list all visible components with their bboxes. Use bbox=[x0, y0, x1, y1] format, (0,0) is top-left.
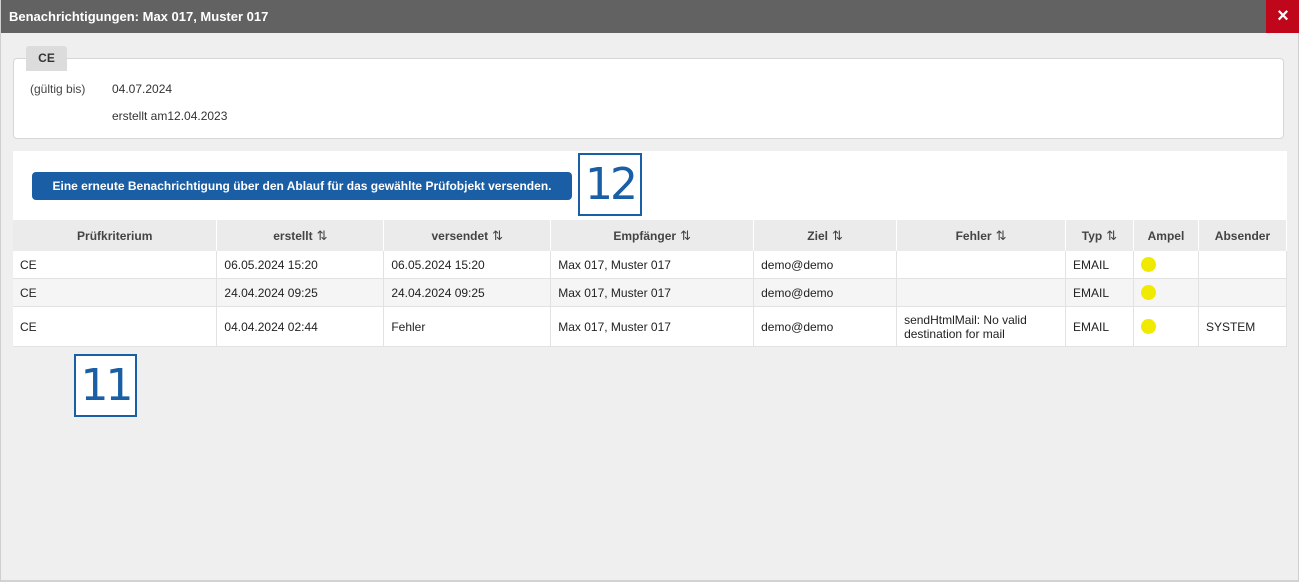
notifications-table: Prüfkriterium erstellt ⇅ versendet ⇅ Empfä… bbox=[13, 220, 1288, 347]
notifications-panel: Eine erneute Benachrichtigung über den A… bbox=[13, 151, 1288, 347]
sort-icon[interactable]: ⇅ bbox=[996, 228, 1007, 243]
header-pruefkriterium: Prüfkriterium bbox=[13, 220, 218, 251]
sort-icon[interactable]: ⇅ bbox=[1106, 228, 1117, 243]
sort-icon[interactable]: ⇅ bbox=[492, 228, 503, 243]
header-ampel: Ampel bbox=[1133, 220, 1199, 251]
cell-pruefkriterium: CE bbox=[13, 306, 218, 347]
valid-until-value: 04.07.2024 bbox=[112, 82, 173, 96]
cell-ziel: demo@demo bbox=[753, 306, 898, 347]
table-header-row: Prüfkriterium erstellt ⇅ versendet ⇅ Empfä… bbox=[13, 220, 1288, 251]
cell-ziel: demo@demo bbox=[753, 251, 898, 279]
cell-absender bbox=[1198, 278, 1288, 307]
header-absender: Absender bbox=[1198, 220, 1288, 251]
valid-until-label: (gültig bis) bbox=[30, 82, 86, 96]
traffic-light-icon bbox=[1140, 257, 1156, 273]
criterion-tag: CE bbox=[26, 46, 67, 71]
table-row[interactable]: CE 24.04.2024 09:25 24.04.2024 09:25 Max… bbox=[13, 278, 1288, 307]
cell-typ: EMAIL bbox=[1065, 278, 1134, 307]
cell-typ: EMAIL bbox=[1065, 251, 1134, 279]
callout-marker-12: 12 bbox=[578, 153, 642, 216]
cell-versendet: 24.04.2024 09:25 bbox=[383, 278, 552, 307]
header-ziel[interactable]: Ziel ⇅ bbox=[753, 220, 898, 251]
cell-absender bbox=[1198, 251, 1288, 279]
table-row[interactable]: CE 04.04.2024 02:44 Fehler Max 017, Must… bbox=[13, 306, 1288, 347]
sort-icon[interactable]: ⇅ bbox=[317, 228, 328, 243]
cell-fehler bbox=[896, 251, 1066, 279]
sort-icon[interactable]: ⇅ bbox=[832, 228, 843, 243]
cell-fehler bbox=[896, 278, 1066, 307]
cell-versendet: 06.05.2024 15:20 bbox=[383, 251, 552, 279]
cell-ziel: demo@demo bbox=[753, 278, 898, 307]
header-erstellt[interactable]: erstellt ⇅ bbox=[216, 220, 385, 251]
cell-versendet: Fehler bbox=[383, 306, 552, 347]
cell-empfaenger: Max 017, Muster 017 bbox=[550, 251, 755, 279]
cell-pruefkriterium: CE bbox=[13, 278, 218, 307]
cell-empfaenger: Max 017, Muster 017 bbox=[550, 306, 755, 347]
notifications-dialog: Benachrichtigungen: Max 017, Muster 017 … bbox=[0, 0, 1299, 582]
validity-info-card: (gültig bis) 04.07.2024 erstellt am12.04… bbox=[13, 58, 1284, 139]
header-typ[interactable]: Typ ⇅ bbox=[1065, 220, 1134, 251]
cell-erstellt: 04.04.2024 02:44 bbox=[216, 306, 385, 347]
resend-notification-button[interactable]: Eine erneute Benachrichtigung über den A… bbox=[32, 172, 572, 200]
cell-erstellt: 06.05.2024 15:20 bbox=[216, 251, 385, 279]
callout-marker-11: 11 bbox=[74, 354, 137, 417]
created-date: erstellt am12.04.2023 bbox=[112, 109, 228, 123]
dialog-titlebar: Benachrichtigungen: Max 017, Muster 017 … bbox=[1, 0, 1299, 33]
cell-absender: SYSTEM bbox=[1198, 306, 1288, 347]
traffic-light-icon bbox=[1140, 285, 1156, 301]
cell-typ: EMAIL bbox=[1065, 306, 1134, 347]
cell-empfaenger: Max 017, Muster 017 bbox=[550, 278, 755, 307]
table-row[interactable]: CE 06.05.2024 15:20 06.05.2024 15:20 Max… bbox=[13, 251, 1288, 279]
cell-pruefkriterium: CE bbox=[13, 251, 218, 279]
header-empfaenger[interactable]: Empfänger ⇅ bbox=[550, 220, 755, 251]
cell-ampel bbox=[1133, 278, 1199, 307]
dialog-title: Benachrichtigungen: Max 017, Muster 017 bbox=[9, 9, 269, 24]
cell-ampel bbox=[1133, 251, 1199, 279]
traffic-light-icon bbox=[1140, 319, 1156, 335]
sort-icon[interactable]: ⇅ bbox=[680, 228, 691, 243]
header-fehler[interactable]: Fehler ⇅ bbox=[896, 220, 1066, 251]
header-versendet[interactable]: versendet ⇅ bbox=[383, 220, 552, 251]
cell-erstellt: 24.04.2024 09:25 bbox=[216, 278, 385, 307]
cell-fehler: sendHtmlMail: No valid destination for m… bbox=[896, 306, 1066, 347]
cell-ampel bbox=[1133, 306, 1199, 347]
close-icon[interactable]: × bbox=[1266, 0, 1299, 33]
